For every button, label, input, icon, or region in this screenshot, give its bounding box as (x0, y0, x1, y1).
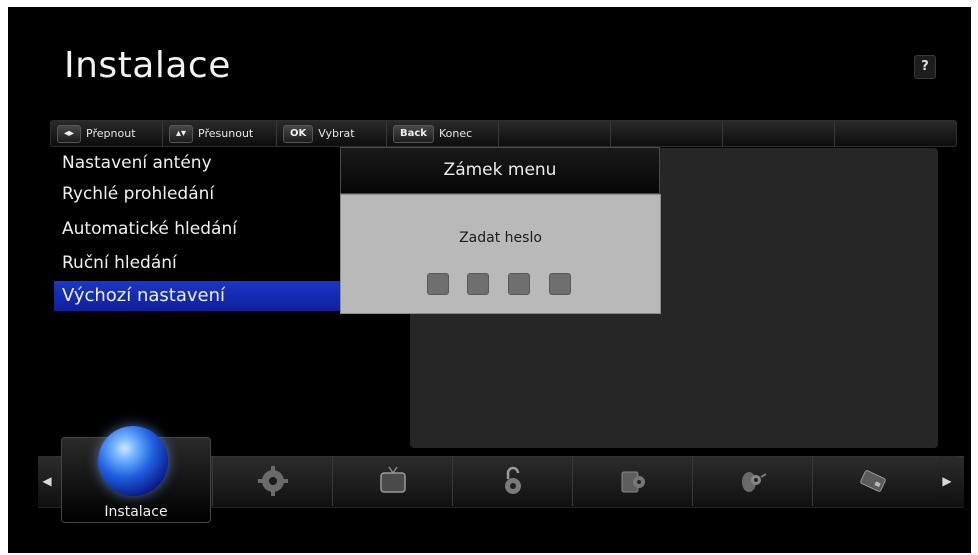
gear-icon (257, 466, 288, 496)
dialog-prompt: Zadat heslo (459, 230, 542, 246)
card-icon (859, 470, 886, 492)
nav-left-arrow[interactable]: ◀ (38, 456, 56, 506)
hint-empty-slot (499, 121, 611, 146)
nav-item-settings[interactable] (212, 456, 332, 506)
hint-empty-slot (611, 121, 723, 146)
hint-key-left-right: ◂▸ (57, 124, 82, 143)
nav-item-tv[interactable] (332, 456, 452, 506)
nav-item-installation-label: Instalace (104, 504, 168, 520)
hint-label-select: Vybrat (318, 127, 355, 140)
book-icon (621, 471, 645, 493)
key-hint-bar: ◂▸ Přepnout ▴▾ Přesunout OK Vybrat Back … (50, 120, 957, 147)
tv-icon (379, 466, 406, 493)
padlock-icon (504, 466, 521, 494)
pin-digit-box[interactable] (467, 273, 489, 295)
hint-key-ok: OK (283, 124, 314, 143)
nav-item-card[interactable] (812, 456, 932, 506)
hint-select: OK Vybrat (277, 121, 387, 146)
hint-move: ▴▾ Přesunout (163, 121, 277, 146)
pin-digit-box[interactable] (508, 273, 530, 295)
menu-item-default-settings[interactable]: Výchozí nastavení (54, 281, 366, 311)
hint-key-back: Back (393, 124, 434, 143)
pin-digit-box[interactable] (549, 273, 571, 295)
hint-switch: ◂▸ Přepnout (51, 121, 163, 146)
globe-icon (98, 426, 168, 496)
menu-item-quick-scan[interactable]: Rychlé prohledání (54, 179, 354, 209)
pin-digit-box[interactable] (427, 273, 449, 295)
hint-exit: Back Konec (387, 121, 499, 146)
nav-item-lock[interactable] (452, 456, 572, 506)
tv-screen: Instalace ? ◂▸ Přepnout ▴▾ Přesunout OK … (8, 7, 971, 553)
dialog-body (340, 194, 661, 314)
dialog-title: Zámek menu (340, 147, 660, 194)
menu-item-auto-search[interactable]: Automatické hledání (54, 214, 354, 244)
help-button[interactable]: ? (914, 55, 936, 79)
hint-empty-slot (723, 121, 835, 146)
hint-key-up-down: ▴▾ (169, 124, 194, 143)
hint-label-move: Přesunout (198, 127, 254, 140)
nav-item-media[interactable] (572, 456, 692, 506)
nav-right-arrow[interactable]: ▶ (938, 456, 956, 506)
page-title: Instalace (64, 45, 231, 86)
menu-item-antenna-settings[interactable]: Nastavení antény (54, 148, 354, 178)
hint-label-switch: Přepnout (86, 127, 136, 140)
menu-item-manual-search[interactable]: Ruční hledání (54, 248, 354, 278)
nav-item-satellite[interactable] (692, 456, 812, 506)
hint-empty-slot (835, 121, 945, 146)
hint-label-exit: Konec (438, 127, 473, 140)
satellite-dish-icon (741, 472, 767, 492)
